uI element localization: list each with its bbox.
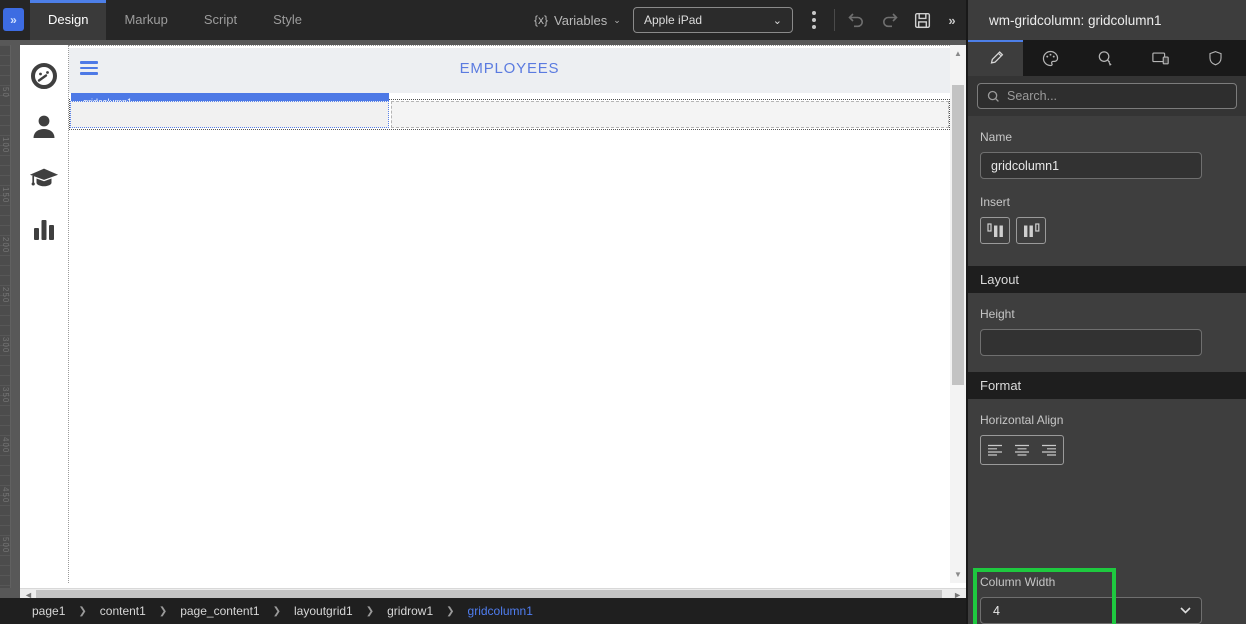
tab-properties[interactable] — [968, 40, 1023, 76]
insert-column-before-icon — [986, 223, 1003, 237]
variables-label: Variables — [554, 12, 608, 28]
device-selected-value: Apple iPad — [644, 13, 703, 27]
layout-section-header: Layout — [968, 266, 1246, 293]
pencil-icon — [990, 51, 1003, 64]
height-label: Height — [980, 307, 1015, 321]
canvas-left-nav — [20, 45, 68, 583]
breadcrumb: page1 ❯ content1 ❯ page_content1 ❯ layoutgrid1… — [0, 598, 966, 624]
scroll-down-arrow[interactable]: ▼ — [950, 570, 966, 579]
selected-gridcolumn[interactable] — [70, 101, 389, 128]
redo-button[interactable] — [876, 0, 904, 40]
tab-styles[interactable] — [1023, 40, 1078, 76]
panel-tabs — [968, 40, 1246, 76]
name-label: Name — [980, 130, 1013, 144]
variables-menu[interactable]: {x} Variables ⌄ — [534, 0, 621, 40]
align-left-button[interactable] — [983, 436, 1007, 464]
breadcrumb-item-gridrow1[interactable]: gridrow1 — [387, 604, 433, 618]
undo-icon — [848, 13, 863, 28]
tab-design[interactable]: Design — [30, 0, 107, 40]
align-right-icon — [1042, 444, 1057, 456]
top-toolbar: » Design Markup Script Style {x} Variabl… — [0, 0, 966, 40]
more-options-button[interactable] — [804, 0, 824, 40]
save-button[interactable] — [908, 0, 936, 40]
horizontal-align-group: Horizontal Align — [968, 399, 1246, 475]
tab-script[interactable]: Script — [186, 0, 255, 40]
breadcrumb-separator: ❯ — [272, 605, 281, 617]
properties-panel: wm-gridcolumn: gridcolumn1 Search... Nam… — [966, 0, 1246, 624]
device-canvas: EMPLOYEES gridcolumn1 ▲ ▼ ◄ ► — [20, 45, 970, 603]
insert-column-before-button[interactable] — [980, 217, 1010, 244]
breadcrumb-item-page1[interactable]: page1 — [32, 604, 65, 618]
shield-icon — [1209, 51, 1222, 66]
height-input[interactable] — [980, 329, 1202, 356]
height-field-group: Height — [968, 293, 1246, 362]
column-width-value: 4 — [993, 603, 1000, 618]
breadcrumb-item-gridcolumn1[interactable]: gridcolumn1 — [468, 604, 533, 618]
scroll-up-arrow[interactable]: ▲ — [950, 49, 966, 58]
chevron-down-icon: ⌄ — [613, 14, 621, 25]
tab-devices[interactable] — [1133, 40, 1188, 76]
align-center-button[interactable] — [1010, 436, 1034, 464]
column-width-label: Column Width — [980, 575, 1056, 589]
horizontal-align-label: Horizontal Align — [980, 413, 1064, 427]
breadcrumb-separator: ❯ — [158, 605, 168, 617]
property-search-input[interactable] — [1007, 89, 1227, 103]
column-width-group: Column Width 4 — [980, 575, 1202, 624]
collapse-right-panel-button[interactable]: » — [940, 0, 964, 40]
breadcrumb-separator: ❯ — [78, 605, 87, 617]
page-header[interactable]: EMPLOYEES — [69, 48, 950, 93]
column-width-select[interactable]: 4 — [980, 597, 1202, 624]
panel-title: wm-gridcolumn: gridcolumn1 — [968, 0, 1246, 40]
align-left-icon — [987, 444, 1002, 456]
property-search-box[interactable] — [977, 83, 1237, 109]
breadcrumb-item-layoutgrid1[interactable]: layoutgrid1 — [294, 604, 353, 618]
tab-style[interactable]: Style — [255, 0, 320, 40]
wavemaker-studio: » Design Markup Script Style {x} Variabl… — [0, 0, 1246, 624]
chevron-down-icon — [1180, 607, 1191, 614]
breadcrumb-separator: ❯ — [446, 605, 455, 617]
redo-icon — [883, 13, 898, 28]
inspect-icon — [1098, 50, 1112, 66]
document-tabs: Design Markup Script Style — [30, 0, 320, 40]
save-icon — [914, 12, 930, 28]
chevron-down-icon: ⌄ — [772, 14, 782, 27]
tab-security[interactable] — [1188, 40, 1243, 76]
tab-inspect[interactable] — [1078, 40, 1133, 76]
name-input[interactable] — [980, 152, 1202, 179]
person-icon[interactable] — [29, 112, 59, 142]
design-workspace: 50 100 150 200 250 300 350 400 450 500 E… — [0, 40, 970, 603]
graduation-cap-icon[interactable] — [29, 163, 59, 193]
insert-column-after-button[interactable] — [1016, 217, 1046, 244]
vertical-scrollbar[interactable]: ▲ ▼ — [950, 45, 966, 583]
search-icon — [987, 90, 999, 102]
gridrow-remaining-area[interactable] — [391, 101, 949, 128]
name-field-group: Name — [968, 116, 1246, 185]
insert-column-after-icon — [1023, 223, 1039, 237]
breadcrumb-item-content1[interactable]: content1 — [100, 604, 146, 618]
property-search-row — [968, 76, 1246, 116]
page-canvas-area: EMPLOYEES gridcolumn1 — [68, 45, 950, 583]
insert-label: Insert — [980, 195, 1011, 209]
align-center-icon — [1014, 444, 1029, 456]
vertical-ruler: 50 100 150 200 250 300 350 400 450 500 — [0, 45, 11, 588]
undo-button[interactable] — [842, 0, 870, 40]
device-preview-select[interactable]: Apple iPad ⌄ — [633, 7, 793, 33]
format-section-header: Format — [968, 372, 1246, 399]
page-title: EMPLOYEES — [459, 60, 560, 77]
panel-body: Name Insert Layout Height F — [968, 116, 1246, 624]
dashboard-gauge-icon[interactable] — [29, 61, 59, 91]
align-right-button[interactable] — [1037, 436, 1061, 464]
insert-group: Insert — [968, 185, 1246, 256]
toolbar-divider — [834, 9, 835, 31]
bar-chart-icon[interactable] — [29, 214, 59, 244]
variables-icon: {x} — [534, 13, 549, 27]
palette-icon — [1042, 50, 1059, 66]
selected-widget-tag[interactable]: gridcolumn1 — [71, 93, 389, 101]
devices-icon — [1151, 52, 1169, 65]
breadcrumb-separator: ❯ — [365, 605, 375, 617]
tab-markup[interactable]: Markup — [106, 0, 185, 40]
expand-left-panel-button[interactable]: » — [3, 8, 24, 31]
vertical-scroll-thumb[interactable] — [952, 85, 964, 385]
breadcrumb-item-page_content1[interactable]: page_content1 — [180, 604, 259, 618]
